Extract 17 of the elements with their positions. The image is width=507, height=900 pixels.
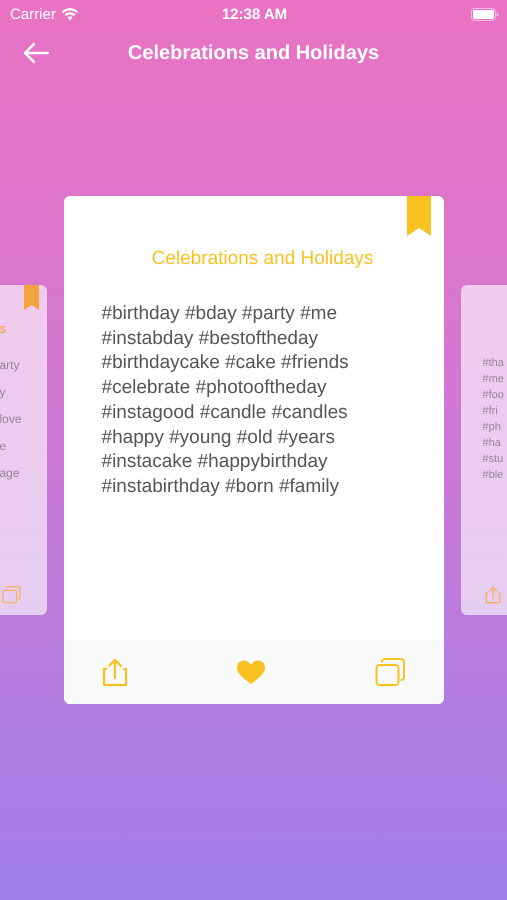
carrier-label: Carrier bbox=[10, 6, 56, 22]
back-arrow-icon bbox=[22, 42, 50, 64]
share-icon[interactable] bbox=[102, 658, 128, 686]
side-card[interactable]: #tha #me #foo #fri #ph #ha #stu #ble bbox=[460, 285, 507, 615]
copy-icon[interactable] bbox=[2, 586, 20, 604]
bookmark-icon[interactable] bbox=[406, 196, 430, 236]
heart-icon[interactable] bbox=[236, 659, 266, 685]
copy-icon[interactable] bbox=[374, 658, 406, 686]
card-title: Celebrations and Holidays bbox=[150, 248, 374, 270]
clock-time: 12:38 AM bbox=[222, 6, 288, 22]
card-title: s bbox=[0, 321, 7, 336]
screen-title: Celebrations and Holidays bbox=[128, 42, 380, 64]
wifi-icon bbox=[60, 8, 79, 20]
battery-icon bbox=[471, 8, 499, 20]
share-icon[interactable] bbox=[484, 586, 500, 604]
hashtag-text: #birthday #bday #party #me #instabday #bestoftheday #birthdaycake #cake #friends #celebrate #photooftheday #instagood #candle #candles #happy #young #old #years #instacake #happybirthday #instabirthday #born #family bbox=[102, 302, 350, 499]
hashtag-text: #tha #me #foo #fri #ph #ha #stu #ble bbox=[482, 356, 505, 483]
